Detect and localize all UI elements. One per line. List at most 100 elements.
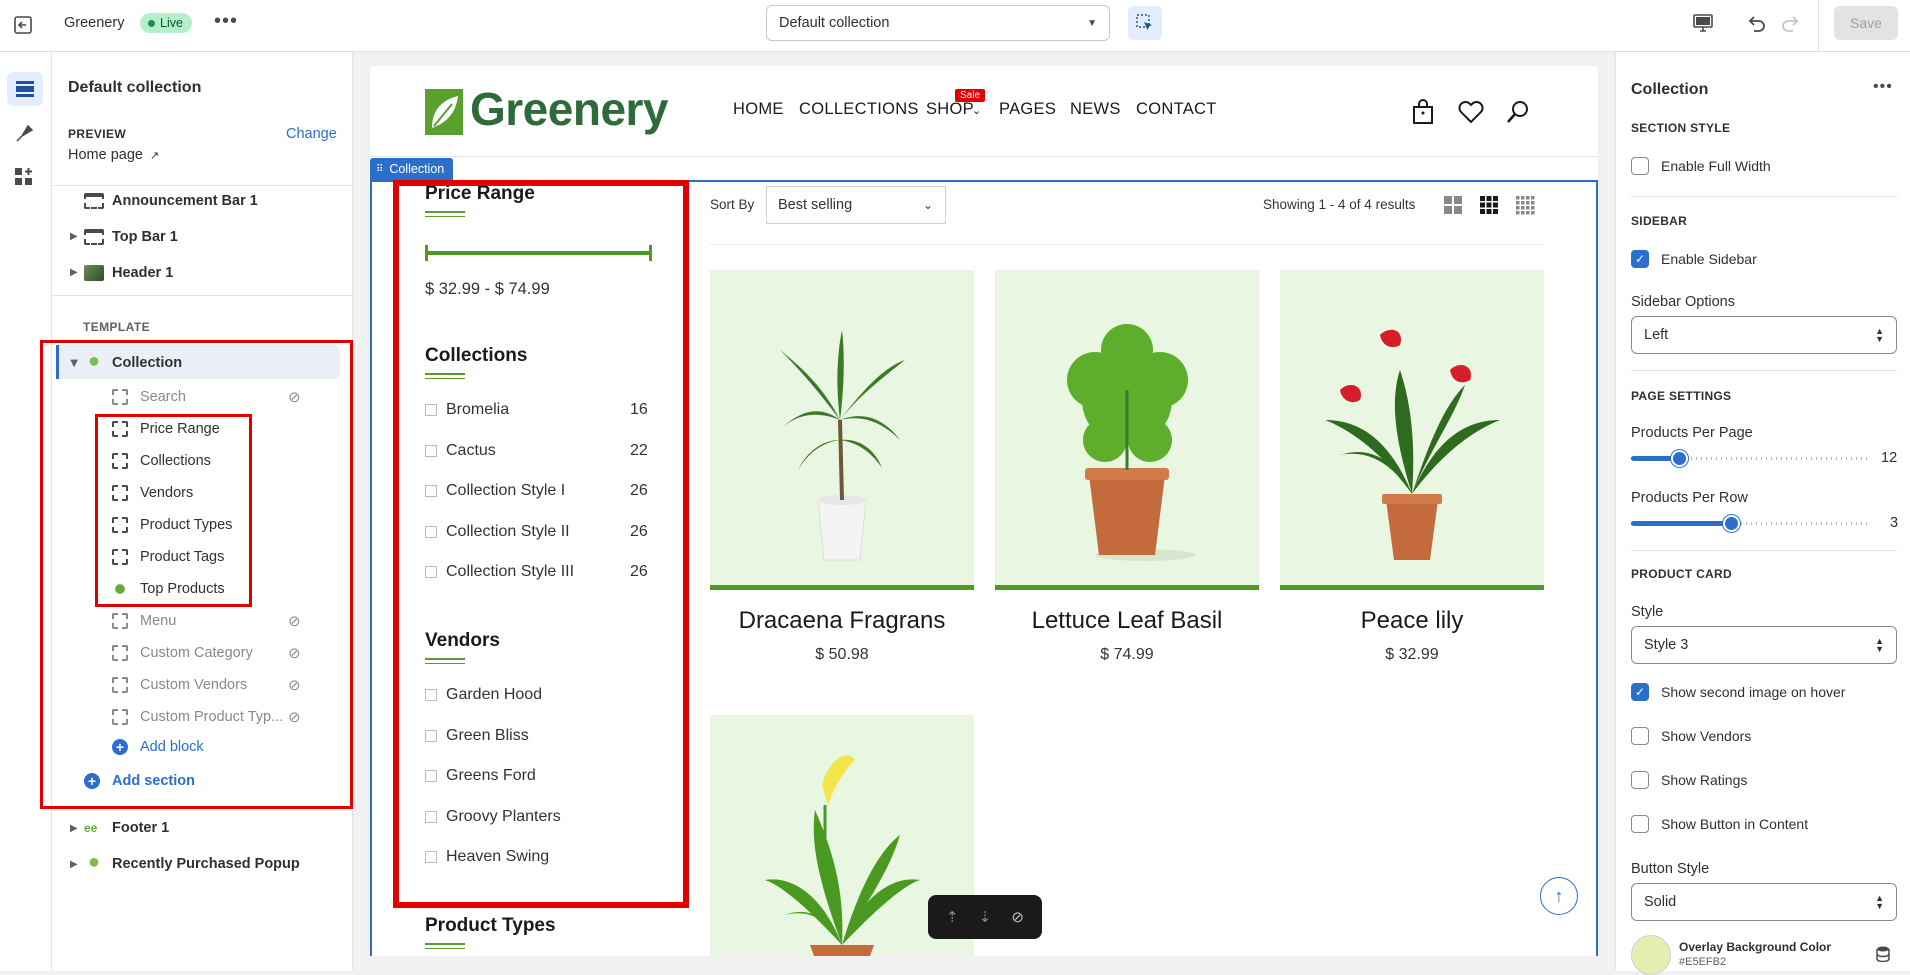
checkbox-label: Show Vendors xyxy=(1661,728,1752,744)
products-per-page-slider[interactable] xyxy=(1631,449,1869,467)
search-icon[interactable] xyxy=(1506,100,1530,124)
save-button[interactable]: Save xyxy=(1834,6,1898,40)
show-vendors-checkbox[interactable]: Show Vendors xyxy=(1631,727,1751,745)
expand-caret-icon[interactable]: ▶ xyxy=(70,267,78,278)
product-title[interactable]: Dracaena Fragrans xyxy=(710,607,974,635)
slider-handle[interactable] xyxy=(1671,450,1688,467)
select-value: Style 3 xyxy=(1644,637,1689,653)
chevron-down-icon: ⌄ xyxy=(972,105,982,117)
right-panel xyxy=(1615,52,1910,971)
database-icon[interactable] xyxy=(1876,946,1890,962)
product-image[interactable] xyxy=(1280,270,1544,590)
more-actions-icon[interactable]: ••• xyxy=(1873,78,1893,96)
section-recently-purchased-popup[interactable]: Recently Purchased Popup xyxy=(84,848,300,880)
move-up-icon[interactable]: ⇡ xyxy=(946,908,959,926)
settings-title: Collection xyxy=(1631,81,1709,98)
wishlist-heart-icon[interactable] xyxy=(1458,100,1484,124)
move-down-icon[interactable]: ⇣ xyxy=(979,908,992,926)
product-title[interactable]: Peace lily xyxy=(1280,607,1544,635)
checkbox-label: Show Button in Content xyxy=(1661,816,1809,832)
nav-home[interactable]: HOME xyxy=(733,100,784,119)
enable-sidebar-checkbox[interactable]: ✓ Enable Sidebar xyxy=(1631,250,1757,268)
more-actions-icon[interactable]: ••• xyxy=(214,10,238,33)
section-header[interactable]: Header 1 xyxy=(84,257,173,289)
desktop-preview-icon[interactable] xyxy=(1692,13,1714,33)
overlay-bg-value: #E5EFB2 xyxy=(1679,956,1727,968)
undo-icon[interactable] xyxy=(1745,12,1767,34)
nav-shop[interactable]: SHOP xyxy=(926,100,974,119)
checkmark-icon[interactable]: ✓ xyxy=(1631,250,1649,268)
basil-plant-image xyxy=(1067,324,1195,561)
sort-value: Best selling xyxy=(778,197,853,213)
products-per-row-slider[interactable] xyxy=(1631,514,1869,532)
store-logo[interactable] xyxy=(424,88,466,136)
template-select[interactable]: Default collection ▼ xyxy=(766,5,1110,41)
checkbox-box[interactable] xyxy=(1631,727,1649,745)
section-footer[interactable]: ee Footer 1 xyxy=(84,812,169,844)
divider xyxy=(1631,196,1897,197)
section-top-bar[interactable]: Top Bar 1 xyxy=(84,221,178,253)
show-second-image-checkbox[interactable]: ✓ Show second image on hover xyxy=(1631,683,1845,701)
preview-page-label: Home page xyxy=(68,147,143,163)
select-arrows-icon: ▲ ▼ xyxy=(1875,326,1884,344)
overlay-color-swatch[interactable] xyxy=(1631,935,1671,975)
show-button-in-content-checkbox[interactable]: Show Button in Content xyxy=(1631,815,1808,833)
checkbox-box[interactable] xyxy=(1631,771,1649,789)
plant-icon xyxy=(84,856,104,872)
grid-2-view-icon[interactable] xyxy=(1443,195,1463,215)
checkbox-box[interactable] xyxy=(1631,815,1649,833)
sidebar-heading: SIDEBAR xyxy=(1631,214,1688,228)
nav-contact[interactable]: CONTACT xyxy=(1136,100,1217,119)
expand-caret-icon[interactable]: ▶ xyxy=(70,231,78,242)
show-ratings-checkbox[interactable]: Show Ratings xyxy=(1631,771,1747,789)
top-bar: Greenery Live ••• Default collection ▼ S… xyxy=(0,0,1910,52)
button-style-select[interactable]: Solid ▲ ▼ xyxy=(1631,883,1897,921)
products-per-row-value: 3 xyxy=(1890,515,1899,531)
section-icon xyxy=(84,229,104,245)
cart-icon[interactable] xyxy=(1412,99,1434,125)
style-select[interactable]: Style 3 ▲ ▼ xyxy=(1631,626,1897,664)
overlay-bg-label: Overlay Background Color xyxy=(1679,940,1832,954)
live-badge: Live xyxy=(140,13,192,33)
products-per-row-label: Products Per Row xyxy=(1631,490,1748,506)
product-price: $ 32.99 xyxy=(1385,646,1439,663)
sections-tab[interactable] xyxy=(7,72,43,106)
live-badge-label: Live xyxy=(160,16,183,30)
app-embeds-icon[interactable] xyxy=(13,166,35,188)
header-thumbnail-icon xyxy=(84,265,104,281)
hide-eye-icon[interactable]: ⊘ xyxy=(1011,908,1024,926)
store-logo-text[interactable]: Greenery xyxy=(470,82,669,136)
expand-caret-icon[interactable]: ▶ xyxy=(70,823,78,834)
checkbox-box[interactable] xyxy=(1631,157,1649,175)
product-image[interactable] xyxy=(710,270,974,590)
nav-pages[interactable]: PAGES xyxy=(999,100,1056,119)
sidebar-options-label: Sidebar Options xyxy=(1631,294,1735,310)
redo-icon[interactable] xyxy=(1780,12,1802,34)
section-label: Announcement Bar 1 xyxy=(112,193,258,209)
enable-full-width-checkbox[interactable]: Enable Full Width xyxy=(1631,157,1771,175)
preview-change-link[interactable]: Change xyxy=(286,126,337,142)
grid-3-view-icon[interactable] xyxy=(1479,195,1499,215)
sort-select[interactable]: Best selling ⌄ xyxy=(766,186,946,224)
section-label: Recently Purchased Popup xyxy=(112,856,300,872)
section-announcement-bar[interactable]: Announcement Bar 1 xyxy=(84,185,258,217)
nav-collections[interactable]: COLLECTIONS xyxy=(799,100,919,119)
nav-news[interactable]: NEWS xyxy=(1070,100,1121,119)
divider xyxy=(52,295,353,296)
section-tag[interactable]: ⠿ Collection xyxy=(370,158,454,180)
expand-caret-icon[interactable]: ▶ xyxy=(70,859,78,870)
inspector-button[interactable] xyxy=(1128,6,1162,40)
theme-settings-icon[interactable] xyxy=(14,122,36,144)
back-to-top-arrow-icon[interactable]: ↑ xyxy=(1540,877,1578,915)
slider-handle[interactable] xyxy=(1723,515,1740,532)
sidebar-options-select[interactable]: Left ▲ ▼ xyxy=(1631,316,1897,354)
checkmark-icon[interactable]: ✓ xyxy=(1631,683,1649,701)
section-icon xyxy=(84,193,104,209)
divider xyxy=(370,156,1598,157)
preview-page-link[interactable]: Home page ↗ xyxy=(68,147,159,163)
grid-4-view-icon[interactable] xyxy=(1515,195,1535,215)
divider xyxy=(1631,550,1897,551)
product-title[interactable]: Lettuce Leaf Basil xyxy=(995,607,1259,635)
product-image[interactable] xyxy=(995,270,1259,590)
exit-icon[interactable] xyxy=(12,14,34,36)
